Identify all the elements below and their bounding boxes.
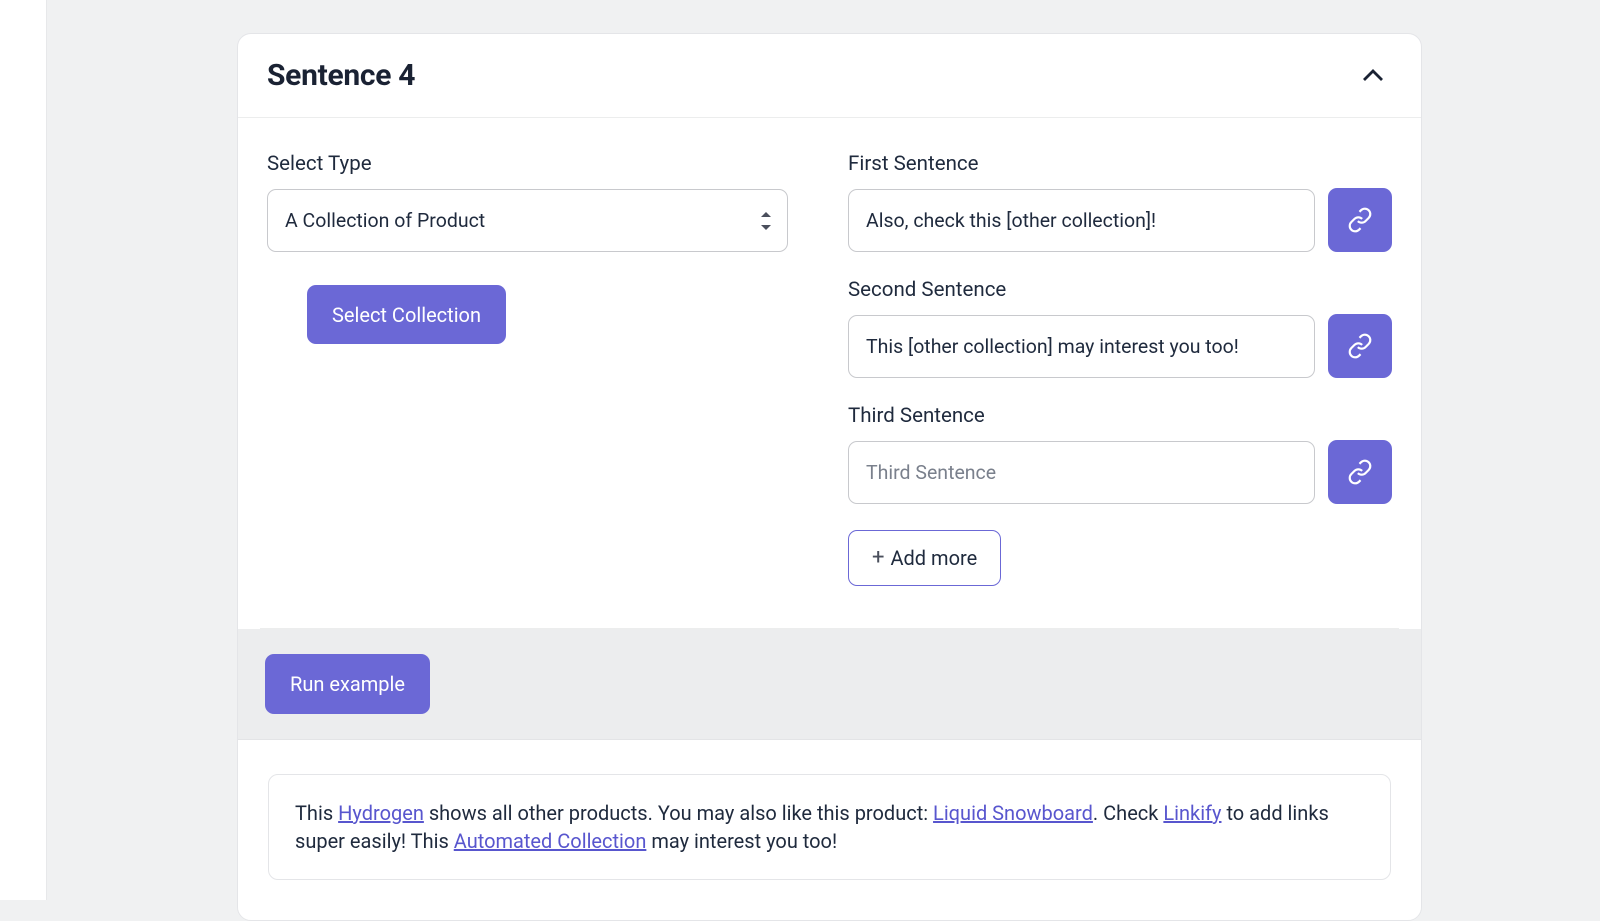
example-output-card: This Hydrogen shows all other products. … bbox=[268, 774, 1391, 880]
select-type-dropdown[interactable] bbox=[267, 189, 788, 252]
right-column: First Sentence Second Sentence Thi bbox=[848, 152, 1392, 586]
sentence-card: Sentence 4 Select Type Select Collection… bbox=[237, 33, 1422, 921]
card-header: Sentence 4 bbox=[238, 34, 1421, 118]
output-link-hydrogen[interactable]: Hydrogen bbox=[338, 801, 424, 825]
first-sentence-input[interactable] bbox=[848, 189, 1315, 252]
select-collection-button[interactable]: Select Collection bbox=[307, 285, 506, 344]
plus-icon: + bbox=[872, 547, 884, 569]
second-sentence-label: Second Sentence bbox=[848, 278, 1315, 302]
third-sentence-input[interactable] bbox=[848, 441, 1315, 504]
add-more-button[interactable]: + Add more bbox=[848, 530, 1001, 586]
run-example-button[interactable]: Run example bbox=[265, 654, 430, 714]
add-more-label: Add more bbox=[890, 546, 977, 570]
third-sentence-link-button[interactable] bbox=[1328, 440, 1392, 504]
output-link-liquid-snowboard[interactable]: Liquid Snowboard bbox=[933, 801, 1093, 825]
first-sentence-label: First Sentence bbox=[848, 152, 1315, 176]
left-column: Select Type Select Collection bbox=[267, 152, 788, 586]
second-sentence-row: Second Sentence bbox=[848, 278, 1392, 378]
link-icon bbox=[1347, 333, 1373, 359]
link-icon bbox=[1347, 207, 1373, 233]
output-text: This bbox=[295, 801, 338, 825]
second-sentence-input[interactable] bbox=[848, 315, 1315, 378]
sidebar-strip bbox=[0, 0, 47, 900]
output-text: shows all other products. You may also l… bbox=[424, 801, 933, 825]
output-link-automated-collection[interactable]: Automated Collection bbox=[454, 829, 647, 853]
first-sentence-row: First Sentence bbox=[848, 152, 1392, 252]
collapse-toggle[interactable] bbox=[1361, 64, 1385, 88]
select-type-wrap bbox=[267, 189, 788, 252]
third-sentence-row: Third Sentence bbox=[848, 404, 1392, 504]
chevron-up-icon bbox=[1362, 69, 1384, 83]
output-text: may interest you too! bbox=[646, 829, 837, 853]
card-title: Sentence 4 bbox=[267, 58, 415, 93]
example-section: Run example This Hydrogen shows all othe… bbox=[238, 629, 1421, 920]
link-icon bbox=[1347, 459, 1373, 485]
example-output-wrap: This Hydrogen shows all other products. … bbox=[238, 740, 1421, 920]
example-bar: Run example bbox=[238, 629, 1421, 740]
select-type-label: Select Type bbox=[267, 152, 788, 176]
third-sentence-label: Third Sentence bbox=[848, 404, 1315, 428]
second-sentence-link-button[interactable] bbox=[1328, 314, 1392, 378]
first-sentence-link-button[interactable] bbox=[1328, 188, 1392, 252]
card-body: Select Type Select Collection First Sent… bbox=[238, 118, 1421, 628]
output-link-linkify[interactable]: Linkify bbox=[1163, 801, 1221, 825]
output-text: . Check bbox=[1093, 801, 1163, 825]
